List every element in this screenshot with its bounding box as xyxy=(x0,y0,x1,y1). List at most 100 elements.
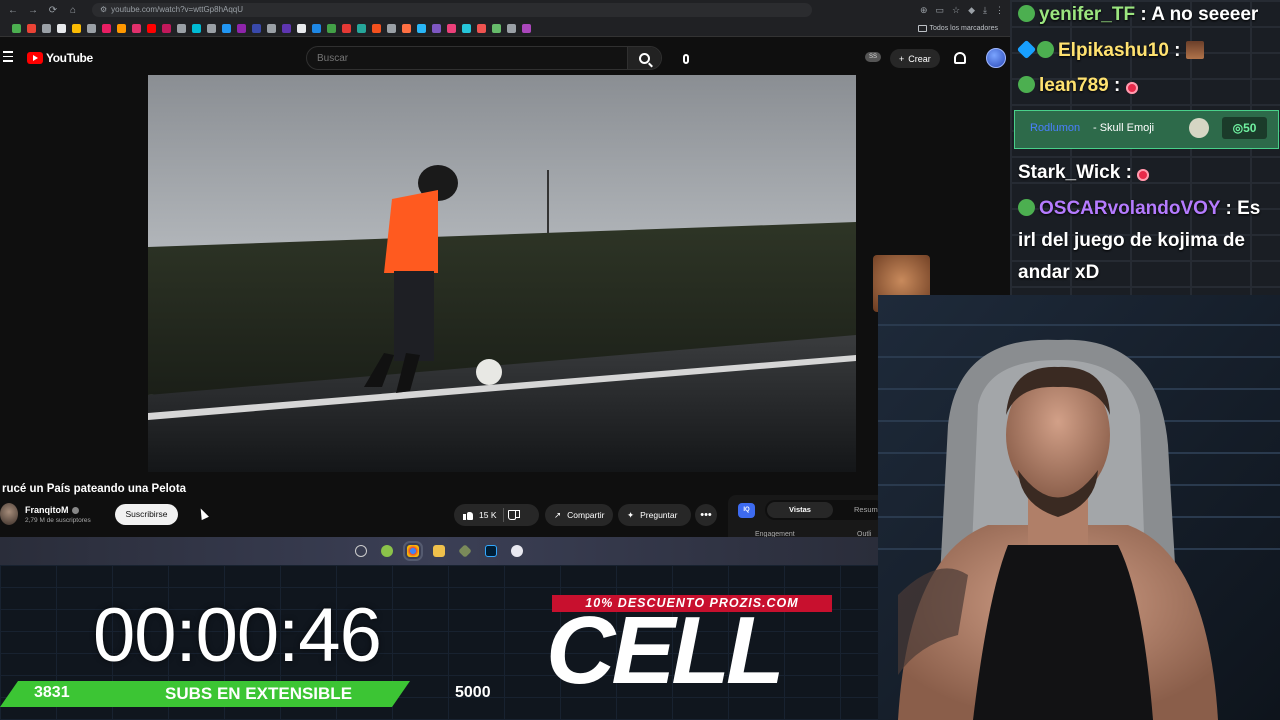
hamburger-menu-icon[interactable] xyxy=(3,51,13,65)
youtube-logo[interactable]: YouTube xyxy=(27,51,93,65)
chat-app-icon[interactable] xyxy=(381,545,393,557)
bookmark-icon[interactable] xyxy=(267,23,276,33)
bookmark-icon[interactable] xyxy=(462,23,471,33)
bookmark-icon[interactable] xyxy=(522,23,531,33)
bookmark-icon[interactable] xyxy=(237,23,246,33)
bookmark-icon[interactable] xyxy=(207,23,216,33)
bookmark-icon[interactable] xyxy=(402,23,411,33)
dislike-icon[interactable] xyxy=(510,510,520,520)
bookmark-icon[interactable] xyxy=(492,23,501,33)
file-explorer-icon[interactable] xyxy=(433,545,445,557)
chat-message-continuation: andar xD xyxy=(1018,262,1100,283)
share-button[interactable]: ↗ Compartir xyxy=(545,504,613,526)
like-icon[interactable] xyxy=(463,510,473,520)
search-input[interactable] xyxy=(307,52,627,64)
like-count[interactable]: 15 K xyxy=(479,510,497,520)
bookmark-icon[interactable] xyxy=(387,23,396,33)
bookmark-icon[interactable] xyxy=(102,23,111,33)
channel-name[interactable]: FranqitoM xyxy=(25,505,79,515)
forward-icon[interactable]: → xyxy=(26,5,40,16)
extension-icon[interactable]: ◆ xyxy=(968,5,975,16)
game-icon[interactable] xyxy=(458,544,472,558)
bookmark-icon[interactable] xyxy=(177,23,186,33)
search-button[interactable] xyxy=(627,47,661,69)
create-button[interactable]: + Crear xyxy=(890,49,940,68)
all-bookmarks[interactable]: Todos los marcadores xyxy=(917,24,998,32)
analytics-tabs: Vistas Resum xyxy=(765,500,885,520)
chat-badge-icon xyxy=(1018,199,1035,216)
address-bar[interactable]: ⚙ youtube.com/watch?v=wttGp8hAqqU xyxy=(92,3,812,17)
notifications-bell-icon[interactable] xyxy=(954,52,966,64)
channel-avatar[interactable] xyxy=(0,503,18,525)
bookmark-icon[interactable] xyxy=(507,23,516,33)
bookmark-icon[interactable] xyxy=(297,23,306,33)
app-icon[interactable] xyxy=(511,545,523,557)
site-info-icon[interactable]: ⚙ xyxy=(100,3,107,17)
subscribe-button[interactable]: Suscribirse xyxy=(115,504,178,525)
all-bookmarks-label: Todos los marcadores xyxy=(929,24,998,32)
download-icon[interactable]: ⤓ xyxy=(983,5,987,16)
home-icon[interactable]: ⌂ xyxy=(66,5,80,16)
tab-vistas[interactable]: Vistas xyxy=(767,502,833,518)
back-icon[interactable]: ← xyxy=(6,5,20,16)
bookmark-icon[interactable] xyxy=(42,23,51,33)
menu-icon[interactable]: ⋮ xyxy=(995,5,1004,16)
more-actions-button[interactable]: ••• xyxy=(695,504,717,526)
voice-search-button[interactable] xyxy=(676,49,696,69)
bookmark-icon[interactable] xyxy=(447,23,456,33)
tab-resumen[interactable]: Resum xyxy=(854,505,878,514)
chat-username: Stark_Wick xyxy=(1018,162,1121,183)
bookmark-icon[interactable] xyxy=(162,23,171,33)
cast-icon[interactable]: ▭ xyxy=(936,5,945,16)
search-icon xyxy=(639,52,650,64)
bookmark-icon[interactable] xyxy=(12,23,21,33)
browser-toolbar: ← → ⟳ ⌂ ⚙ youtube.com/watch?v=wttGp8hAqq… xyxy=(0,0,1010,20)
chat-message: yenifer_TF : A no seeeer xyxy=(1018,4,1258,26)
chat-badge-icon xyxy=(1018,76,1035,93)
reload-icon[interactable]: ⟳ xyxy=(46,5,60,16)
video-player[interactable] xyxy=(148,75,856,472)
zoom-icon[interactable]: ⊕ xyxy=(920,5,928,16)
analytics-logo-icon[interactable]: IQ xyxy=(738,503,755,518)
chat-username: Elpikashu10 xyxy=(1058,40,1169,61)
analytics-side-panel: IQ Vistas Resum Engagement Outli xyxy=(728,495,885,543)
chrome-icon[interactable] xyxy=(403,541,423,561)
bookmark-icon[interactable] xyxy=(222,23,231,33)
bookmark-icon[interactable] xyxy=(132,23,141,33)
ss-badge[interactable]: SS xyxy=(865,52,882,62)
bookmark-icon[interactable] xyxy=(27,23,36,33)
bookmark-icon[interactable] xyxy=(477,23,486,33)
address-url: youtube.com/watch?v=wttGp8hAqqU xyxy=(111,5,244,14)
bookmark-icon[interactable] xyxy=(147,23,156,33)
bookmark-icon[interactable] xyxy=(417,23,426,33)
bookmark-icon[interactable] xyxy=(342,23,351,33)
ask-button[interactable]: ✦ Preguntar xyxy=(618,504,691,526)
chat-message: Stark_Wick : xyxy=(1018,162,1150,184)
bookmark-icon[interactable] xyxy=(57,23,66,33)
verified-icon xyxy=(71,507,79,515)
channel-name-text: FranqitoM xyxy=(25,505,69,515)
bookmark-icon[interactable] xyxy=(432,23,441,33)
os-taskbar xyxy=(0,537,878,565)
bookmark-icon[interactable] xyxy=(87,23,96,33)
photoshop-icon[interactable] xyxy=(485,545,497,557)
chat-message: lean789 : xyxy=(1018,75,1138,97)
bookmark-icon[interactable] xyxy=(357,23,366,33)
webcam-feed xyxy=(878,295,1280,720)
chat-separator: : xyxy=(1125,162,1132,183)
bookmark-icon[interactable] xyxy=(282,23,291,33)
youtube-play-icon xyxy=(27,52,43,64)
bookmark-icon[interactable] xyxy=(372,23,381,33)
search-box xyxy=(306,46,662,70)
account-avatar[interactable] xyxy=(986,48,1006,68)
bookmark-icon[interactable] xyxy=(72,23,81,33)
star-icon[interactable]: ☆ xyxy=(952,5,960,16)
browser-window: ← → ⟳ ⌂ ⚙ youtube.com/watch?v=wttGp8hAqq… xyxy=(0,0,1010,545)
chat-username: lean789 xyxy=(1039,75,1109,96)
bookmark-icon[interactable] xyxy=(312,23,321,33)
obs-icon[interactable] xyxy=(355,545,367,557)
bookmark-icon[interactable] xyxy=(117,23,126,33)
bookmark-icon[interactable] xyxy=(252,23,261,33)
bookmark-icon[interactable] xyxy=(327,23,336,33)
bookmark-icon[interactable] xyxy=(192,23,201,33)
